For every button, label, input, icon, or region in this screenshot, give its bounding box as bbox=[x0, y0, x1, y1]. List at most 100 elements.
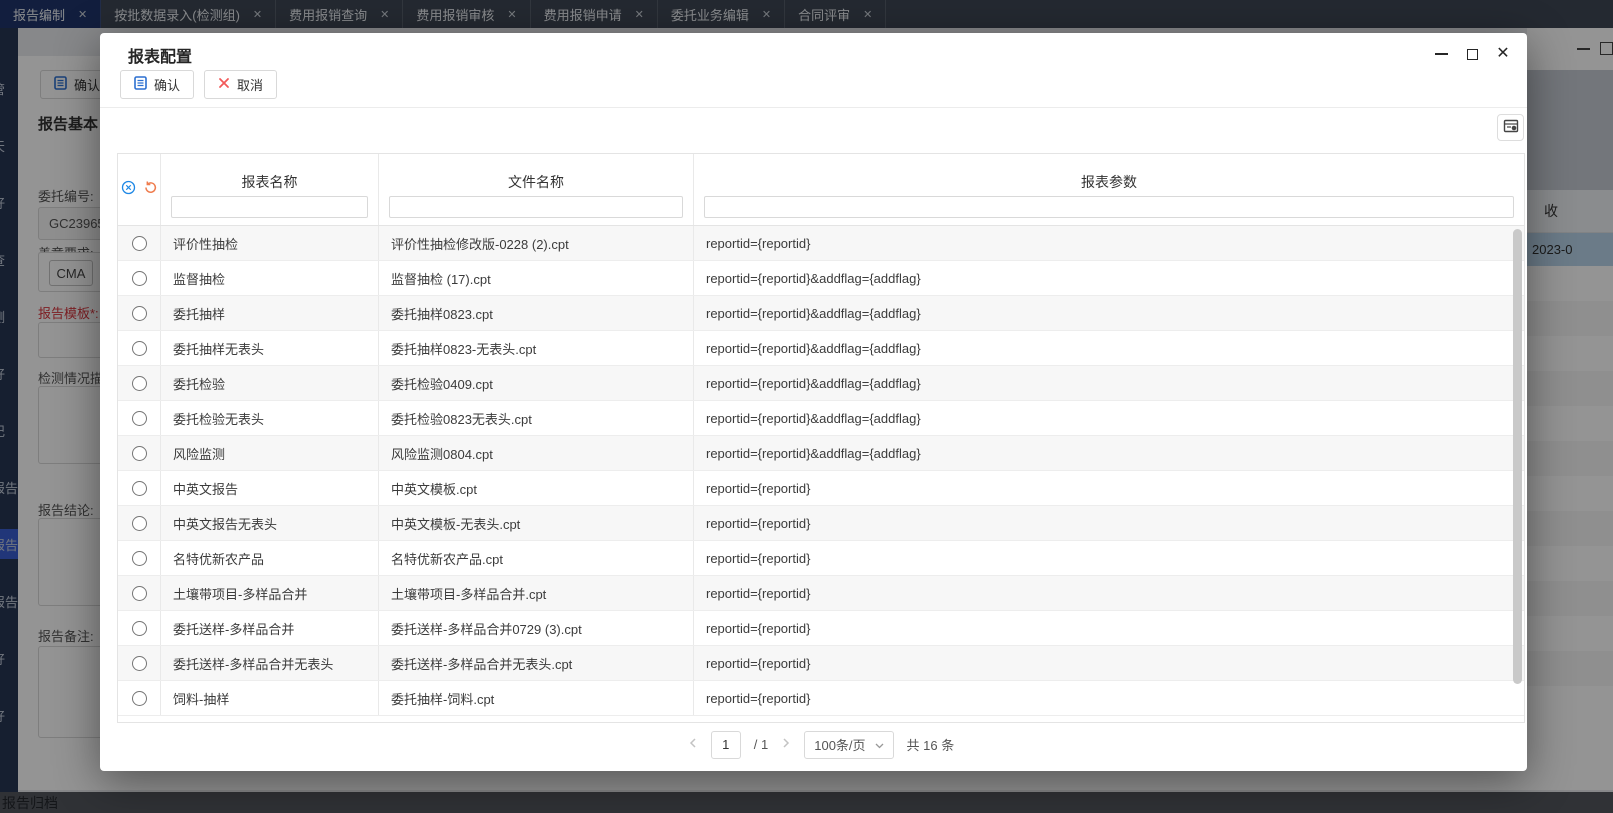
document-icon bbox=[134, 76, 147, 93]
cell-report-name: 委托抽样 bbox=[161, 296, 379, 330]
row-radio[interactable] bbox=[132, 516, 147, 531]
row-radio[interactable] bbox=[132, 341, 147, 356]
table-row[interactable]: 委托抽样无表头委托抽样0823-无表头.cptreportid={reporti… bbox=[118, 331, 1524, 366]
row-radio[interactable] bbox=[132, 656, 147, 671]
cell-report-params: reportid={reportid}&addflag={addflag} bbox=[694, 436, 1524, 470]
cell-file-name: 委托送样-多样品合并0729 (3).cpt bbox=[379, 611, 694, 645]
cell-report-params: reportid={reportid}&addflag={addflag} bbox=[694, 366, 1524, 400]
table-row[interactable]: 委托检验无表头委托检验0823无表头.cptreportid={reportid… bbox=[118, 401, 1524, 436]
cell-report-name: 监督抽检 bbox=[161, 261, 379, 295]
table-row[interactable]: 土壤带项目-多样品合并土壤带项目-多样品合并.cptreportid={repo… bbox=[118, 576, 1524, 611]
table-row[interactable]: 中英文报告中英文模板.cptreportid={reportid} bbox=[118, 471, 1524, 506]
row-radio[interactable] bbox=[132, 446, 147, 461]
column-settings-button[interactable] bbox=[1497, 114, 1524, 141]
column-header-report-name: 报表名称 bbox=[161, 154, 378, 196]
confirm-button[interactable]: 确认 bbox=[120, 70, 194, 99]
cell-file-name: 委托检验0409.cpt bbox=[379, 366, 694, 400]
clear-filter-icon[interactable] bbox=[121, 180, 136, 200]
cell-file-name: 委托送样-多样品合并无表头.cpt bbox=[379, 646, 694, 680]
page-input[interactable] bbox=[711, 731, 741, 759]
row-radio[interactable] bbox=[132, 271, 147, 286]
cell-report-params: reportid={reportid}&addflag={addflag} bbox=[694, 331, 1524, 365]
cell-report-params: reportid={reportid} bbox=[694, 576, 1524, 610]
minimize-icon[interactable] bbox=[1433, 46, 1449, 62]
cell-file-name: 监督抽检 (17).cpt bbox=[379, 261, 694, 295]
row-radio[interactable] bbox=[132, 306, 147, 321]
table-body: 评价性抽检评价性抽检修改版-0228 (2).cptreportid={repo… bbox=[118, 226, 1524, 716]
next-page-button[interactable] bbox=[781, 737, 791, 752]
row-radio-cell bbox=[118, 541, 161, 575]
table-row[interactable]: 监督抽检监督抽检 (17).cptreportid={reportid}&add… bbox=[118, 261, 1524, 296]
application-window: 报告编制✕按批数据录入(检测组)✕费用报销查询✕费用报销审核✕费用报销申请✕委托… bbox=[0, 0, 1613, 813]
cell-report-name: 委托检验无表头 bbox=[161, 401, 379, 435]
filter-input-file-name[interactable] bbox=[389, 196, 683, 218]
cell-report-params: reportid={reportid} bbox=[694, 506, 1524, 540]
cell-report-params: reportid={reportid} bbox=[694, 471, 1524, 505]
partial-row bbox=[118, 716, 1524, 722]
row-radio-cell bbox=[118, 366, 161, 400]
table-row[interactable]: 饲料-抽样委托抽样-饲料.cptreportid={reportid} bbox=[118, 681, 1524, 716]
cell-report-name: 委托抽样无表头 bbox=[161, 331, 379, 365]
vertical-scrollbar[interactable] bbox=[1513, 229, 1522, 684]
cell-file-name: 中英文模板-无表头.cpt bbox=[379, 506, 694, 540]
close-icon[interactable]: ✕ bbox=[1495, 46, 1511, 62]
dialog-toolbar: 确认 取消 bbox=[120, 70, 277, 99]
row-radio[interactable] bbox=[132, 481, 147, 496]
row-radio[interactable] bbox=[132, 551, 147, 566]
table-row[interactable]: 委托送样-多样品合并无表头委托送样-多样品合并无表头.cptreportid={… bbox=[118, 646, 1524, 681]
pagination-bar: / 1 100条/页 共 16 条 bbox=[117, 723, 1525, 766]
cell-report-name: 名特优新农产品 bbox=[161, 541, 379, 575]
cell-report-name: 中英文报告 bbox=[161, 471, 379, 505]
table-row[interactable]: 评价性抽检评价性抽检修改版-0228 (2).cptreportid={repo… bbox=[118, 226, 1524, 261]
row-radio[interactable] bbox=[132, 621, 147, 636]
cancel-button[interactable]: 取消 bbox=[204, 70, 277, 99]
chevron-down-icon bbox=[875, 737, 884, 752]
cell-report-name: 委托送样-多样品合并无表头 bbox=[161, 646, 379, 680]
table-header: 报表名称 文件名称 报表参数 bbox=[118, 154, 1524, 226]
cancel-label: 取消 bbox=[237, 75, 263, 94]
cancel-x-icon bbox=[218, 77, 230, 92]
maximize-icon[interactable] bbox=[1464, 46, 1480, 62]
table-row[interactable]: 委托抽样委托抽样0823.cptreportid={reportid}&addf… bbox=[118, 296, 1524, 331]
row-radio[interactable] bbox=[132, 691, 147, 706]
cell-report-name: 风险监测 bbox=[161, 436, 379, 470]
cell-report-params: reportid={reportid} bbox=[694, 611, 1524, 645]
row-radio-cell bbox=[118, 331, 161, 365]
row-radio-cell bbox=[118, 226, 161, 260]
cell-report-name: 土壤带项目-多样品合并 bbox=[161, 576, 379, 610]
table-row[interactable]: 名特优新农产品名特优新农产品.cptreportid={reportid} bbox=[118, 541, 1524, 576]
cell-file-name: 评价性抽检修改版-0228 (2).cpt bbox=[379, 226, 694, 260]
row-radio-cell bbox=[118, 611, 161, 645]
filter-input-report-params[interactable] bbox=[704, 196, 1514, 218]
row-radio-cell bbox=[118, 471, 161, 505]
cell-report-name: 委托送样-多样品合并 bbox=[161, 611, 379, 645]
cell-file-name: 委托抽样-饲料.cpt bbox=[379, 681, 694, 715]
table-settings-icon bbox=[1503, 118, 1519, 137]
table-row[interactable]: 风险监测风险监测0804.cptreportid={reportid}&addf… bbox=[118, 436, 1524, 471]
cell-report-params: reportid={reportid} bbox=[694, 681, 1524, 715]
row-radio[interactable] bbox=[132, 236, 147, 251]
page-total-label: / 1 bbox=[754, 737, 768, 752]
row-radio-cell bbox=[118, 576, 161, 610]
row-radio-cell bbox=[118, 296, 161, 330]
cell-report-name: 中英文报告无表头 bbox=[161, 506, 379, 540]
cell-file-name: 中英文模板.cpt bbox=[379, 471, 694, 505]
page-size-value: 100条/页 bbox=[814, 735, 865, 754]
row-radio-cell bbox=[118, 261, 161, 295]
table-row[interactable]: 委托送样-多样品合并委托送样-多样品合并0729 (3).cptreportid… bbox=[118, 611, 1524, 646]
row-radio[interactable] bbox=[132, 376, 147, 391]
prev-page-button[interactable] bbox=[688, 737, 698, 752]
row-radio-cell bbox=[118, 506, 161, 540]
cell-report-params: reportid={reportid}&addflag={addflag} bbox=[694, 261, 1524, 295]
page-size-select[interactable]: 100条/页 bbox=[804, 731, 893, 759]
table-row[interactable]: 中英文报告无表头中英文模板-无表头.cptreportid={reportid} bbox=[118, 506, 1524, 541]
row-radio[interactable] bbox=[132, 411, 147, 426]
cell-report-params: reportid={reportid} bbox=[694, 646, 1524, 680]
table-row[interactable]: 委托检验委托检验0409.cptreportid={reportid}&addf… bbox=[118, 366, 1524, 401]
filter-input-report-name[interactable] bbox=[171, 196, 368, 218]
cell-report-params: reportid={reportid}&addflag={addflag} bbox=[694, 401, 1524, 435]
reset-filter-icon[interactable] bbox=[143, 180, 158, 200]
row-radio[interactable] bbox=[132, 586, 147, 601]
window-controls: ✕ bbox=[1433, 45, 1511, 63]
cell-report-params: reportid={reportid} bbox=[694, 226, 1524, 260]
